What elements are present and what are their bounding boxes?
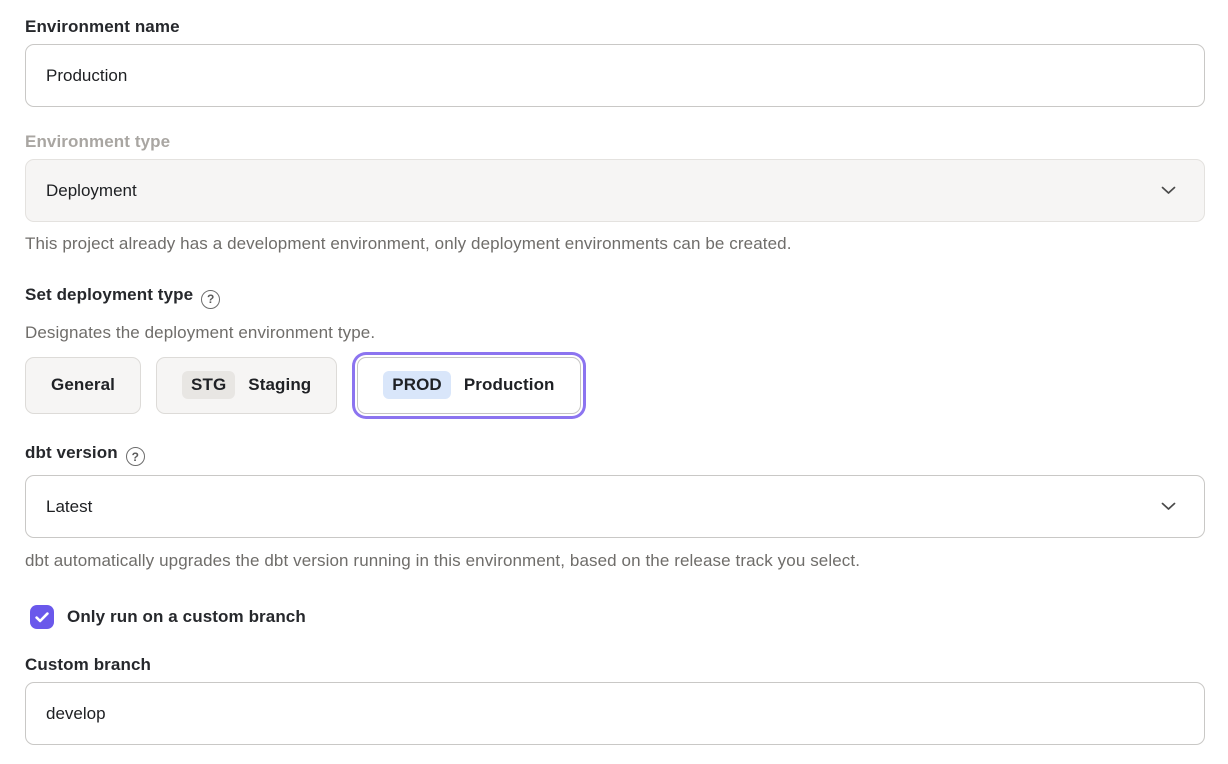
chevron-down-icon (1161, 502, 1176, 511)
checkmark-icon (35, 612, 49, 623)
deployment-type-production-label: Production (464, 375, 555, 395)
dbt-version-helper: dbt automatically upgrades the dbt versi… (25, 550, 1205, 571)
environment-settings-form: Environment name Environment type Deploy… (0, 0, 1228, 745)
custom-branch-toggle-label[interactable]: Only run on a custom branch (67, 607, 306, 627)
environment-type-value: Deployment (46, 181, 137, 201)
dbt-version-label: dbt version (25, 443, 118, 462)
custom-branch-label: Custom branch (25, 654, 1205, 675)
deployment-type-staging-button[interactable]: STG Staging (156, 357, 337, 414)
deployment-type-staging-label: Staging (248, 375, 311, 395)
deployment-type-general-button[interactable]: General (25, 357, 141, 414)
help-icon[interactable]: ? (201, 290, 220, 309)
deployment-type-options: General STG Staging PROD Production (25, 357, 1205, 414)
environment-name-label: Environment name (25, 16, 1205, 37)
chevron-down-icon (1161, 186, 1176, 195)
environment-type-helper: This project already has a development e… (25, 233, 1205, 254)
dbt-version-value: Latest (46, 497, 92, 517)
production-badge: PROD (383, 371, 451, 399)
custom-branch-checkbox[interactable] (30, 605, 54, 629)
deployment-type-label: Set deployment type (25, 285, 193, 304)
dbt-version-select[interactable]: Latest (25, 475, 1205, 538)
custom-branch-toggle-row[interactable]: Only run on a custom branch (30, 605, 1205, 629)
environment-type-label: Environment type (25, 131, 1205, 152)
staging-badge: STG (182, 371, 235, 399)
help-icon[interactable]: ? (126, 447, 145, 466)
environment-name-input[interactable] (25, 44, 1205, 107)
deployment-type-production-button[interactable]: PROD Production (357, 357, 580, 414)
deployment-type-helper: Designates the deployment environment ty… (25, 322, 1205, 343)
environment-type-select[interactable]: Deployment (25, 159, 1205, 222)
custom-branch-input[interactable] (25, 682, 1205, 745)
deployment-type-general-label: General (51, 375, 115, 395)
